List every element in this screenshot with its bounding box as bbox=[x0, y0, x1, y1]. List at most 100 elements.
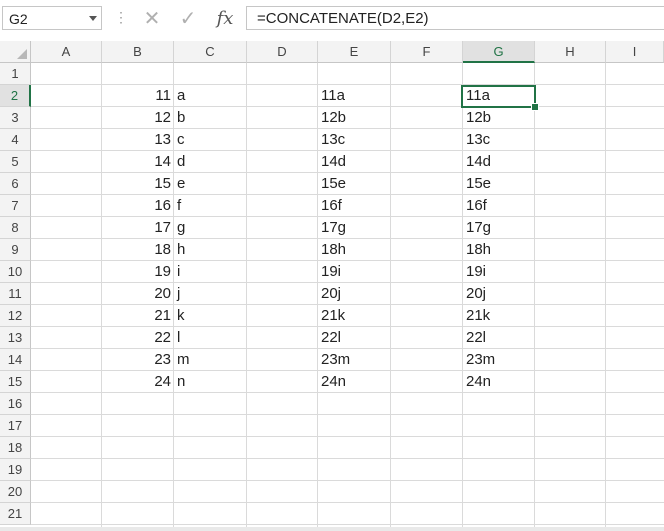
row-header-11[interactable]: 11 bbox=[0, 283, 31, 305]
row-header-6[interactable]: 6 bbox=[0, 173, 31, 195]
spreadsheet-grid[interactable]: ABCDEFGHI 1 2 3 4 5 6 7 8 9 10 11 12 13 14 15 16 17 18 19 2… bbox=[0, 41, 664, 531]
row-header-12[interactable]: 12 bbox=[0, 305, 31, 327]
cell-e15[interactable]: 24n bbox=[318, 371, 391, 393]
cell-b12[interactable]: 21 bbox=[102, 305, 174, 327]
fill-handle[interactable] bbox=[531, 103, 539, 111]
cell-b14[interactable]: 23 bbox=[102, 349, 174, 371]
name-box-value: G2 bbox=[9, 11, 28, 27]
cell-e13[interactable]: 22l bbox=[318, 327, 391, 349]
row-header-4[interactable]: 4 bbox=[0, 129, 31, 151]
cell-g3[interactable]: 12b bbox=[463, 107, 535, 129]
cell-b7[interactable]: 16 bbox=[102, 195, 174, 217]
formula-input[interactable]: =CONCATENATE(D2,E2) bbox=[246, 6, 664, 30]
cell-e10[interactable]: 19i bbox=[318, 261, 391, 283]
chevron-down-icon[interactable] bbox=[89, 16, 97, 21]
cell-e9[interactable]: 18h bbox=[318, 239, 391, 261]
row-header-10[interactable]: 10 bbox=[0, 261, 31, 283]
enter-button[interactable]: ✓ bbox=[173, 5, 203, 31]
row-gridline bbox=[31, 524, 664, 525]
cell-g9[interactable]: 18h bbox=[463, 239, 535, 261]
row-header-3[interactable]: 3 bbox=[0, 107, 31, 129]
insert-function-button[interactable]: fx bbox=[210, 5, 240, 31]
column-header-h[interactable]: H bbox=[535, 41, 606, 63]
cell-g13[interactable]: 22l bbox=[463, 327, 535, 349]
row-header-15[interactable]: 15 bbox=[0, 371, 31, 393]
select-all-button[interactable] bbox=[0, 41, 31, 63]
cell-c8[interactable]: g bbox=[174, 217, 247, 239]
cell-c4[interactable]: c bbox=[174, 129, 247, 151]
row-header-1[interactable]: 1 bbox=[0, 63, 31, 85]
cell-g6[interactable]: 15e bbox=[463, 173, 535, 195]
cell-b13[interactable]: 22 bbox=[102, 327, 174, 349]
cell-b5[interactable]: 14 bbox=[102, 151, 174, 173]
column-header-c[interactable]: C bbox=[174, 41, 247, 63]
row-header-8[interactable]: 8 bbox=[0, 217, 31, 239]
cell-b15[interactable]: 24 bbox=[102, 371, 174, 393]
cell-g10[interactable]: 19i bbox=[463, 261, 535, 283]
column-header-d[interactable]: D bbox=[247, 41, 318, 63]
cell-c3[interactable]: b bbox=[174, 107, 247, 129]
row-gridline bbox=[31, 414, 664, 415]
row-header-2[interactable]: 2 bbox=[0, 85, 31, 107]
cell-b3[interactable]: 12 bbox=[102, 107, 174, 129]
cell-g15[interactable]: 24n bbox=[463, 371, 535, 393]
cell-e7[interactable]: 16f bbox=[318, 195, 391, 217]
cell-c14[interactable]: m bbox=[174, 349, 247, 371]
row-header-21[interactable]: 21 bbox=[0, 503, 31, 525]
cell-b8[interactable]: 17 bbox=[102, 217, 174, 239]
cell-c7[interactable]: f bbox=[174, 195, 247, 217]
cell-e4[interactable]: 13c bbox=[318, 129, 391, 151]
row-header-19[interactable]: 19 bbox=[0, 459, 31, 481]
cancel-button[interactable]: ✕ bbox=[137, 5, 167, 31]
cell-c2[interactable]: a bbox=[174, 85, 247, 107]
cell-c11[interactable]: j bbox=[174, 283, 247, 305]
column-header-i[interactable]: I bbox=[606, 41, 664, 63]
cell-c13[interactable]: l bbox=[174, 327, 247, 349]
row-header-20[interactable]: 20 bbox=[0, 481, 31, 503]
row-header-18[interactable]: 18 bbox=[0, 437, 31, 459]
cell-e2[interactable]: 11a bbox=[318, 85, 391, 107]
formula-bar-area: G2 ⋮ ✕ ✓ fx =CONCATENATE(D2,E2) bbox=[0, 0, 664, 41]
column-header-g[interactable]: G bbox=[463, 41, 535, 63]
cell-b6[interactable]: 15 bbox=[102, 173, 174, 195]
row-header-14[interactable]: 14 bbox=[0, 349, 31, 371]
column-header-b[interactable]: B bbox=[102, 41, 174, 63]
cell-g4[interactable]: 13c bbox=[463, 129, 535, 151]
cell-g7[interactable]: 16f bbox=[463, 195, 535, 217]
cell-c12[interactable]: k bbox=[174, 305, 247, 327]
cell-e14[interactable]: 23m bbox=[318, 349, 391, 371]
cell-e8[interactable]: 17g bbox=[318, 217, 391, 239]
cell-b10[interactable]: 19 bbox=[102, 261, 174, 283]
cell-b9[interactable]: 18 bbox=[102, 239, 174, 261]
column-header-f[interactable]: F bbox=[391, 41, 463, 63]
row-gridline bbox=[31, 458, 664, 459]
cell-b2[interactable]: 11 bbox=[102, 85, 174, 107]
cell-e3[interactable]: 12b bbox=[318, 107, 391, 129]
row-header-9[interactable]: 9 bbox=[0, 239, 31, 261]
cell-c6[interactable]: e bbox=[174, 173, 247, 195]
row-header-17[interactable]: 17 bbox=[0, 415, 31, 437]
row-header-16[interactable]: 16 bbox=[0, 393, 31, 415]
cell-e5[interactable]: 14d bbox=[318, 151, 391, 173]
cell-e11[interactable]: 20j bbox=[318, 283, 391, 305]
cell-g14[interactable]: 23m bbox=[463, 349, 535, 371]
cell-e12[interactable]: 21k bbox=[318, 305, 391, 327]
row-header-5[interactable]: 5 bbox=[0, 151, 31, 173]
cell-g8[interactable]: 17g bbox=[463, 217, 535, 239]
cell-g12[interactable]: 21k bbox=[463, 305, 535, 327]
row-header-7[interactable]: 7 bbox=[0, 195, 31, 217]
cell-e6[interactable]: 15e bbox=[318, 173, 391, 195]
column-header-a[interactable]: A bbox=[31, 41, 102, 63]
cell-g11[interactable]: 20j bbox=[463, 283, 535, 305]
row-header-13[interactable]: 13 bbox=[0, 327, 31, 349]
column-header-e[interactable]: E bbox=[318, 41, 391, 63]
cell-g5[interactable]: 14d bbox=[463, 151, 535, 173]
cell-c9[interactable]: h bbox=[174, 239, 247, 261]
cell-c15[interactable]: n bbox=[174, 371, 247, 393]
cell-c5[interactable]: d bbox=[174, 151, 247, 173]
name-box[interactable]: G2 bbox=[2, 6, 102, 30]
vertical-dots-icon[interactable]: ⋮ bbox=[114, 9, 128, 25]
cell-b4[interactable]: 13 bbox=[102, 129, 174, 151]
cell-b11[interactable]: 20 bbox=[102, 283, 174, 305]
cell-c10[interactable]: i bbox=[174, 261, 247, 283]
